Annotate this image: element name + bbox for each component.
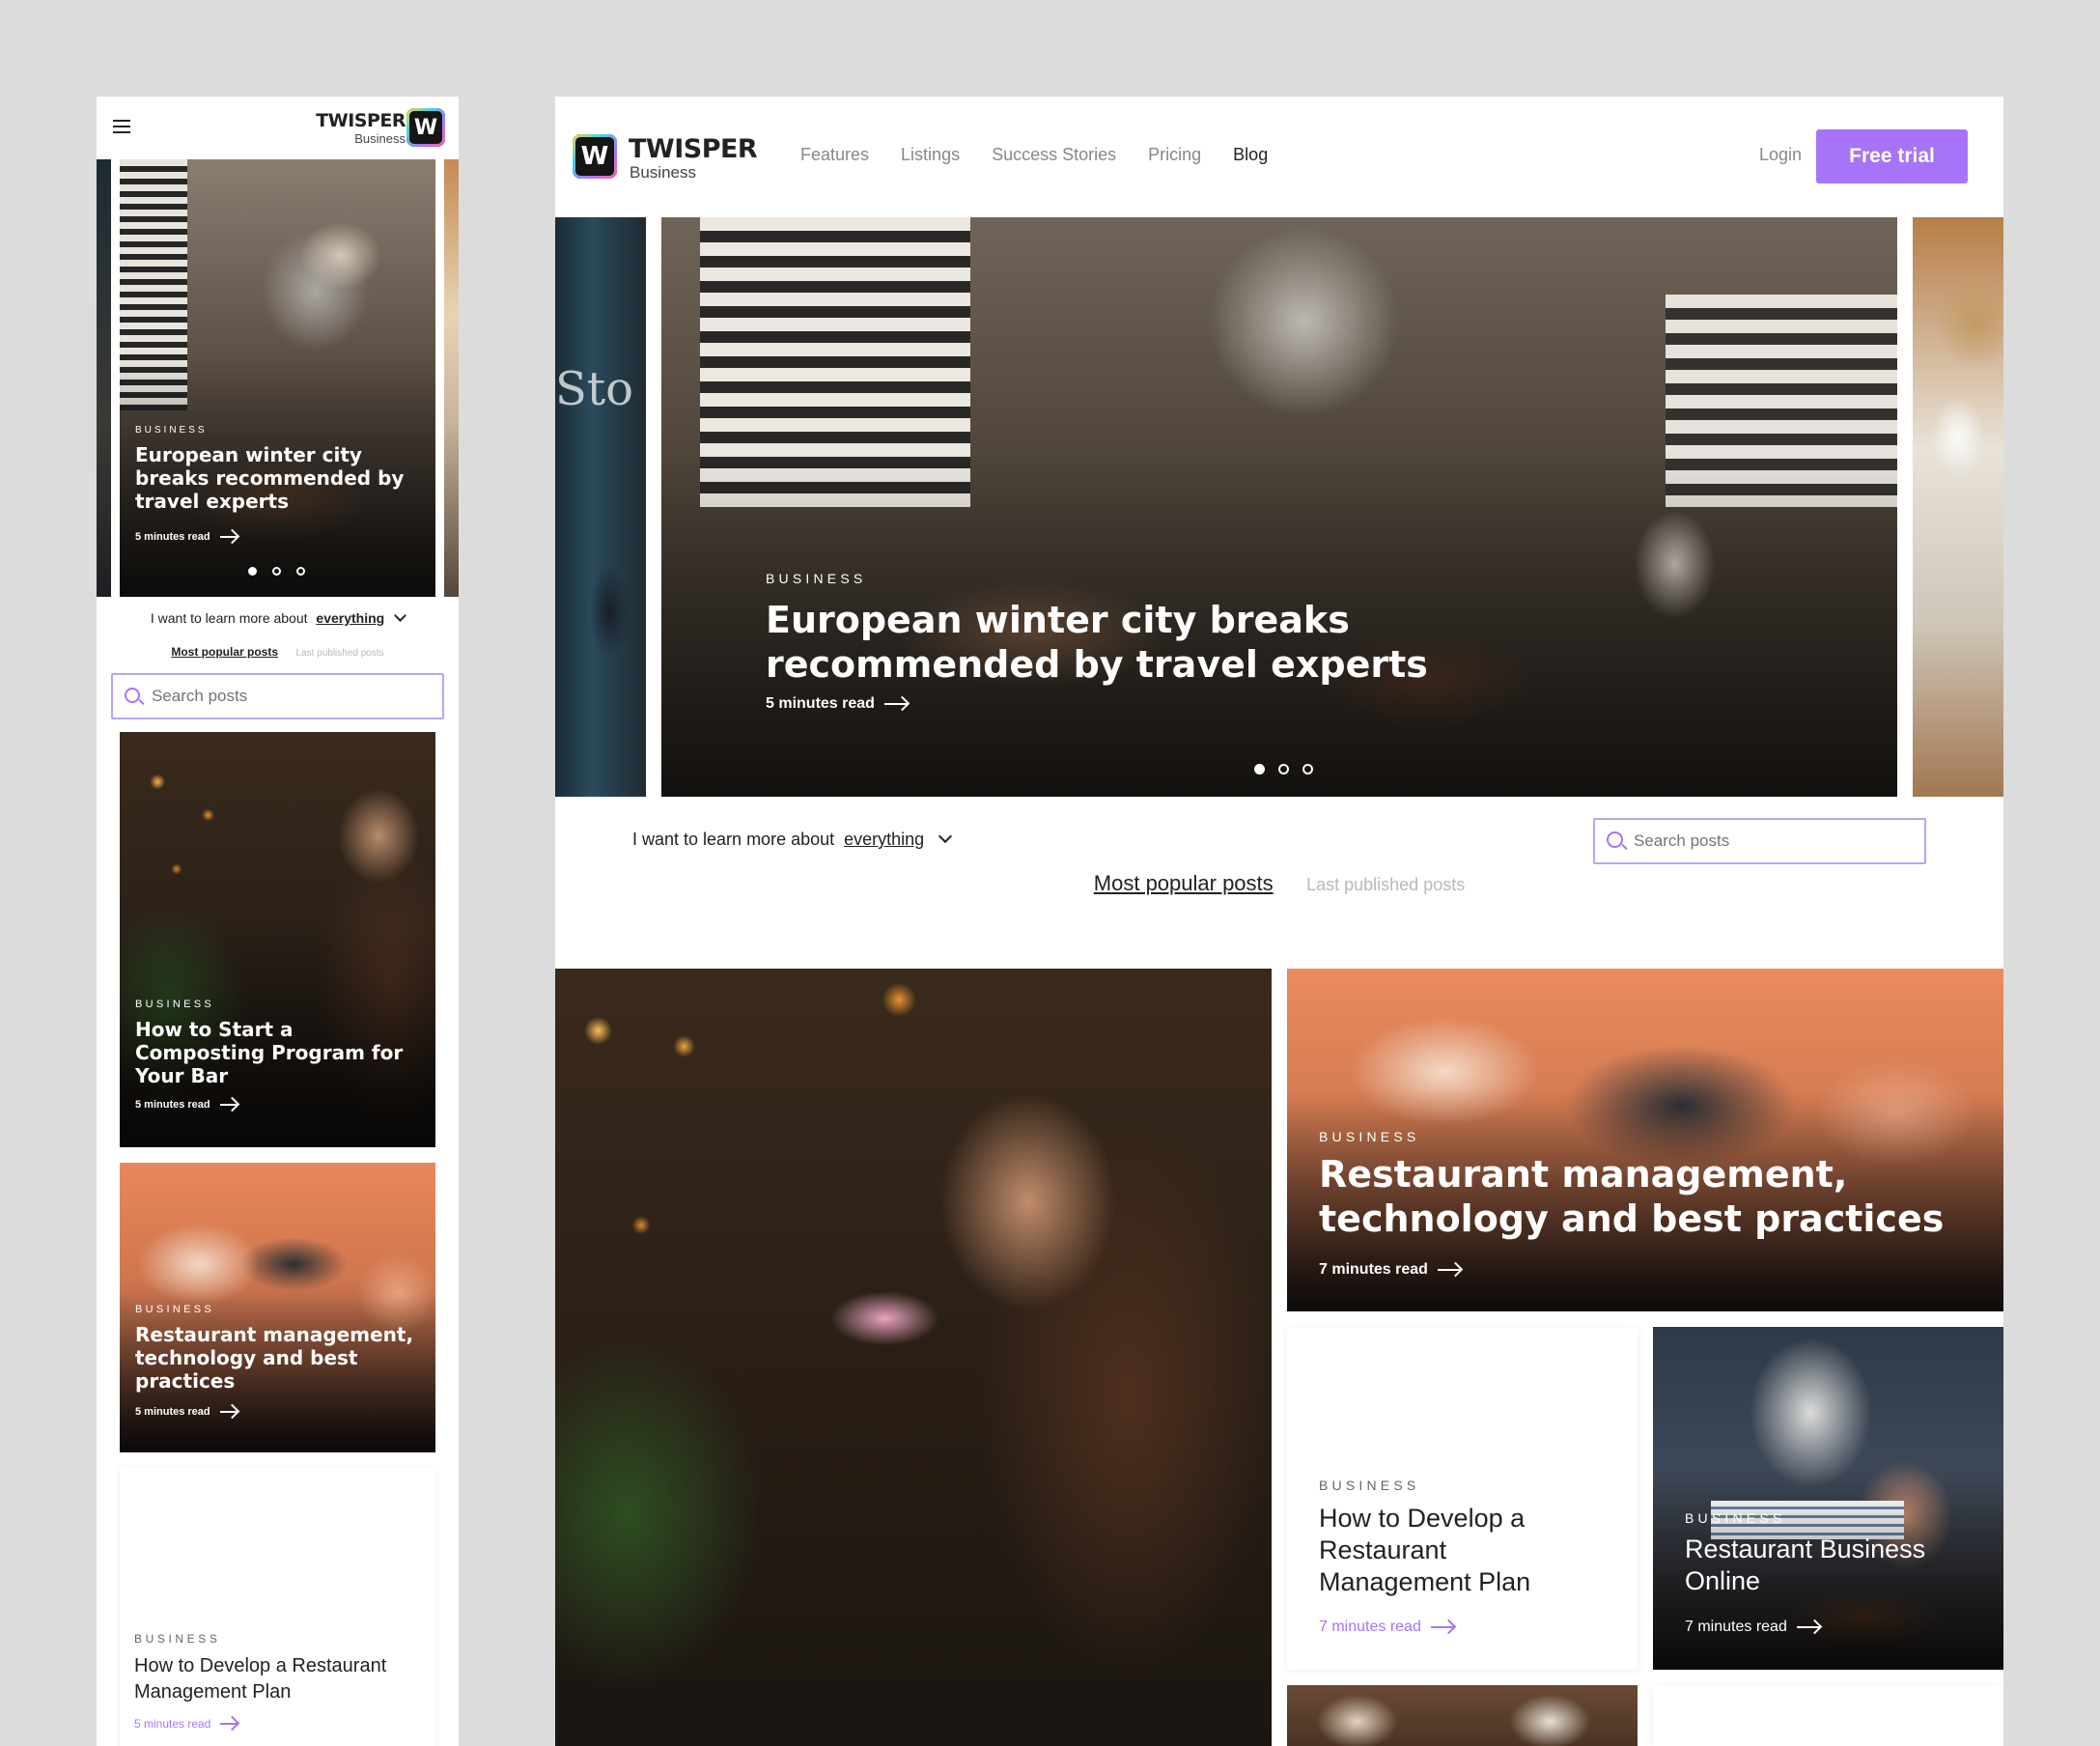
post-title: How to Develop a Restaurant Management P… bbox=[134, 1655, 387, 1703]
arrow-right-icon bbox=[220, 1723, 238, 1725]
post-category: BUSINESS bbox=[135, 999, 215, 1010]
nav-blog[interactable]: Blog bbox=[1233, 145, 1268, 165]
topic-value[interactable]: everything bbox=[844, 830, 924, 849]
hero-read-time[interactable]: 5 minutes read bbox=[766, 695, 908, 713]
arrow-right-icon bbox=[219, 1104, 238, 1106]
carousel-dot-2[interactable] bbox=[1278, 764, 1289, 774]
carousel-dot-3[interactable] bbox=[1302, 764, 1313, 774]
search-icon bbox=[1607, 831, 1628, 851]
search-input[interactable] bbox=[1634, 829, 1914, 854]
logo-wordmark: TWISPER bbox=[316, 110, 406, 131]
post-read-time: 7 minutes read bbox=[1685, 1619, 1820, 1636]
post-category: BUSINESS bbox=[1685, 1510, 1786, 1526]
logo-mark-icon: W bbox=[573, 134, 617, 179]
hamburger-menu-icon[interactable] bbox=[113, 120, 130, 133]
post-read-time: 7 minutes read bbox=[1319, 1619, 1454, 1636]
mobile-header: TWISPER Business W bbox=[97, 97, 459, 159]
desktop-frame: W TWISPER Business Features Listings Suc… bbox=[555, 97, 2003, 1746]
mobile-logo[interactable]: TWISPER Business W bbox=[314, 108, 449, 149]
nav-listings[interactable]: Listings bbox=[901, 145, 960, 165]
post-title: Restaurant management, technology and be… bbox=[1319, 1153, 1945, 1241]
login-link[interactable]: Login bbox=[1759, 145, 1802, 165]
free-trial-button[interactable]: Free trial bbox=[1816, 129, 1968, 183]
desktop-logo[interactable]: W TWISPER Business bbox=[573, 132, 758, 183]
mobile-tabs: Most popular posts Last published posts bbox=[97, 643, 459, 661]
main-nav: Features Listings Success Stories Pricin… bbox=[800, 145, 1268, 165]
tab-most-popular[interactable]: Most popular posts bbox=[1094, 871, 1274, 895]
carousel-dot-2[interactable] bbox=[272, 567, 281, 576]
mobile-hero-read-time[interactable]: 5 minutes read bbox=[135, 531, 238, 543]
hero-prev-peek[interactable]: Sto bbox=[555, 217, 646, 797]
hero-title[interactable]: European winter city breaks recommended … bbox=[766, 598, 1461, 688]
post-read-time: 5 minutes read bbox=[134, 1717, 238, 1731]
mobile-hero-card[interactable]: BUSINESS European winter city breaks rec… bbox=[120, 159, 435, 597]
read-time-label: 5 minutes read bbox=[766, 695, 875, 712]
search-input[interactable] bbox=[152, 683, 432, 710]
mobile-topic-filter[interactable]: I want to learn more about everything bbox=[97, 609, 459, 626]
logo-mark-icon: W bbox=[406, 108, 445, 147]
post-card-featured-large[interactable] bbox=[555, 969, 1272, 1746]
carousel-dot-3[interactable] bbox=[296, 567, 305, 576]
nav-features[interactable]: Features bbox=[800, 145, 869, 165]
post-title: How to Start a Composting Program for Yo… bbox=[135, 1018, 404, 1087]
nav-success-stories[interactable]: Success Stories bbox=[992, 145, 1116, 165]
post-category: BUSINESS bbox=[135, 1304, 215, 1315]
post-category: BUSINESS bbox=[134, 1632, 221, 1646]
mobile-hero-prev-peek[interactable] bbox=[97, 159, 111, 597]
arrow-right-icon bbox=[219, 1411, 238, 1413]
mobile-post-card-3[interactable]: BUSINESS How to Develop a Restaurant Man… bbox=[120, 1468, 435, 1746]
mobile-post-card-1[interactable]: BUSINESS How to Start a Composting Progr… bbox=[120, 732, 435, 1147]
post-title: Restaurant Business Online bbox=[1685, 1535, 1926, 1595]
hero-category: BUSINESS bbox=[766, 571, 867, 586]
post-category: BUSINESS bbox=[1319, 1129, 1420, 1144]
search-icon bbox=[125, 688, 145, 706]
topic-prefix: I want to learn more about bbox=[150, 610, 308, 626]
arrow-right-icon bbox=[219, 536, 238, 538]
mobile-hero-category: BUSINESS bbox=[135, 425, 208, 436]
chevron-down-icon[interactable] bbox=[938, 829, 953, 844]
mobile-frame: TWISPER Business W BUSINESS European win… bbox=[97, 97, 459, 1746]
hero-card[interactable]: BUSINESS European winter city breaks rec… bbox=[661, 217, 1897, 797]
post-read-time: 5 minutes read bbox=[135, 1099, 238, 1111]
logo-wordmark: TWISPER bbox=[629, 134, 758, 164]
logo-subtitle: Business bbox=[354, 131, 406, 146]
mobile-post-card-2[interactable]: BUSINESS Restaurant management, technolo… bbox=[120, 1163, 435, 1452]
post-card-management-plan[interactable]: BUSINESS How to Develop a Restaurant Man… bbox=[1287, 1327, 1638, 1670]
tab-last-published[interactable]: Last published posts bbox=[1306, 875, 1465, 894]
post-tabs: Most popular posts Last published posts bbox=[555, 871, 2003, 896]
post-read-time: 7 minutes read bbox=[1319, 1261, 1461, 1279]
carousel-dot-1[interactable] bbox=[1254, 764, 1265, 774]
post-card-restaurant-management[interactable]: BUSINESS Restaurant management, technolo… bbox=[1287, 969, 2003, 1311]
post-title: How to Develop a Restaurant Management P… bbox=[1319, 1504, 1531, 1596]
mobile-hero-next-peek[interactable] bbox=[444, 159, 459, 597]
post-photo bbox=[555, 969, 1272, 1746]
hero-next-peek[interactable] bbox=[1913, 217, 2003, 797]
arrow-right-icon bbox=[1796, 1626, 1820, 1628]
carousel-dot-1[interactable] bbox=[248, 567, 257, 576]
post-card-blank-partial[interactable] bbox=[1653, 1685, 2003, 1746]
post-card-business-online[interactable]: BUSINESS Restaurant Business Online 7 mi… bbox=[1653, 1327, 2003, 1670]
topic-filter[interactable]: I want to learn more about everything bbox=[632, 829, 953, 850]
tab-last-published[interactable]: Last published posts bbox=[295, 648, 383, 659]
logo-subtitle: Business bbox=[630, 163, 696, 182]
desktop-navbar: W TWISPER Business Features Listings Suc… bbox=[555, 97, 2003, 217]
arrow-right-icon bbox=[883, 703, 908, 705]
post-read-time: 5 minutes read bbox=[135, 1406, 238, 1418]
arrow-right-icon bbox=[1430, 1626, 1454, 1628]
topic-prefix: I want to learn more about bbox=[632, 830, 835, 849]
post-title: Restaurant management, technology and be… bbox=[135, 1323, 414, 1393]
topic-value[interactable]: everything bbox=[316, 610, 384, 626]
post-card-food-partial[interactable] bbox=[1287, 1685, 1638, 1746]
nav-pricing[interactable]: Pricing bbox=[1148, 145, 1201, 165]
arrow-right-icon bbox=[1437, 1269, 1461, 1271]
tab-most-popular[interactable]: Most popular posts bbox=[171, 645, 278, 659]
mobile-hero-title[interactable]: European winter city breaks recommended … bbox=[135, 443, 415, 513]
search-box[interactable] bbox=[1593, 818, 1926, 864]
post-category: BUSINESS bbox=[1319, 1478, 1420, 1493]
mobile-search-box[interactable] bbox=[111, 673, 444, 719]
read-time-label: 5 minutes read bbox=[135, 531, 210, 543]
chevron-down-icon[interactable] bbox=[394, 609, 406, 622]
